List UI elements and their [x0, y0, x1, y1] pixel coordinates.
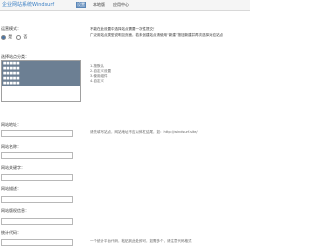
- site-name-field[interactable]: [1, 152, 73, 159]
- radio-yes-icon[interactable]: [1, 34, 6, 40]
- radio-no-icon[interactable]: [16, 34, 22, 40]
- list-item[interactable]: [2, 96, 80, 101]
- tab-app-center[interactable]: 应用中心: [112, 2, 130, 8]
- brand-title: 企业网站系统Windsurf: [2, 2, 55, 8]
- site-description-field[interactable]: [1, 196, 73, 203]
- site-description-label: 网站描述：: [1, 186, 21, 191]
- site-url-field[interactable]: [1, 130, 73, 137]
- tab-settings[interactable]: 设置: [76, 2, 86, 8]
- list-hint-4: 4-自定义: [90, 79, 104, 83]
- category-list-label: 选择站点分类：: [1, 54, 29, 59]
- stats-code-hint: 一个统计平台代码，粘贴到此处即可，如需多个，请注意代码格式: [90, 239, 192, 243]
- top-navigation-bar: 企业网站系统Windsurf 设置 本地版 应用中心: [0, 0, 250, 11]
- category-listbox[interactable]: ■■■■■ ■■■■■ ■■■■■ ■■■■■ ■■■■■: [1, 60, 81, 102]
- stats-code-field[interactable]: [1, 239, 73, 246]
- radio-no-label: 否: [23, 34, 28, 39]
- radio-yes-label: 是: [8, 34, 13, 39]
- site-url-label: 网站地址：: [1, 122, 21, 127]
- tab-local-version[interactable]: 本地版: [92, 2, 106, 8]
- site-name-label: 网站名称：: [1, 144, 21, 149]
- site-keywords-label: 网站关键字：: [1, 165, 25, 170]
- site-copyright-field[interactable]: [1, 218, 73, 225]
- settings-page: 企业网站系统Windsurf 设置 本地版 应用中心 运营模式： 是 否 不能在…: [0, 0, 250, 250]
- notice-line-1: 不能在此设置中选择站点需要一次性提交！: [90, 27, 157, 31]
- mode-label: 运营模式：: [1, 26, 21, 31]
- stats-code-label: 统计代码：: [1, 230, 21, 235]
- site-copyright-label: 网站版权信息：: [1, 208, 29, 213]
- site-keywords-field[interactable]: [1, 174, 73, 181]
- site-url-hint: 请先填写站点，网站地址不应以斜杠结尾，如：http://windsurf.sit…: [90, 130, 198, 134]
- mode-radio-group: 是 否: [1, 34, 27, 40]
- notice-line-2: 广泛用站点类型说明见页面，若未创建站点请使用“新建”按钮新建并再次选择对应站点: [90, 33, 224, 37]
